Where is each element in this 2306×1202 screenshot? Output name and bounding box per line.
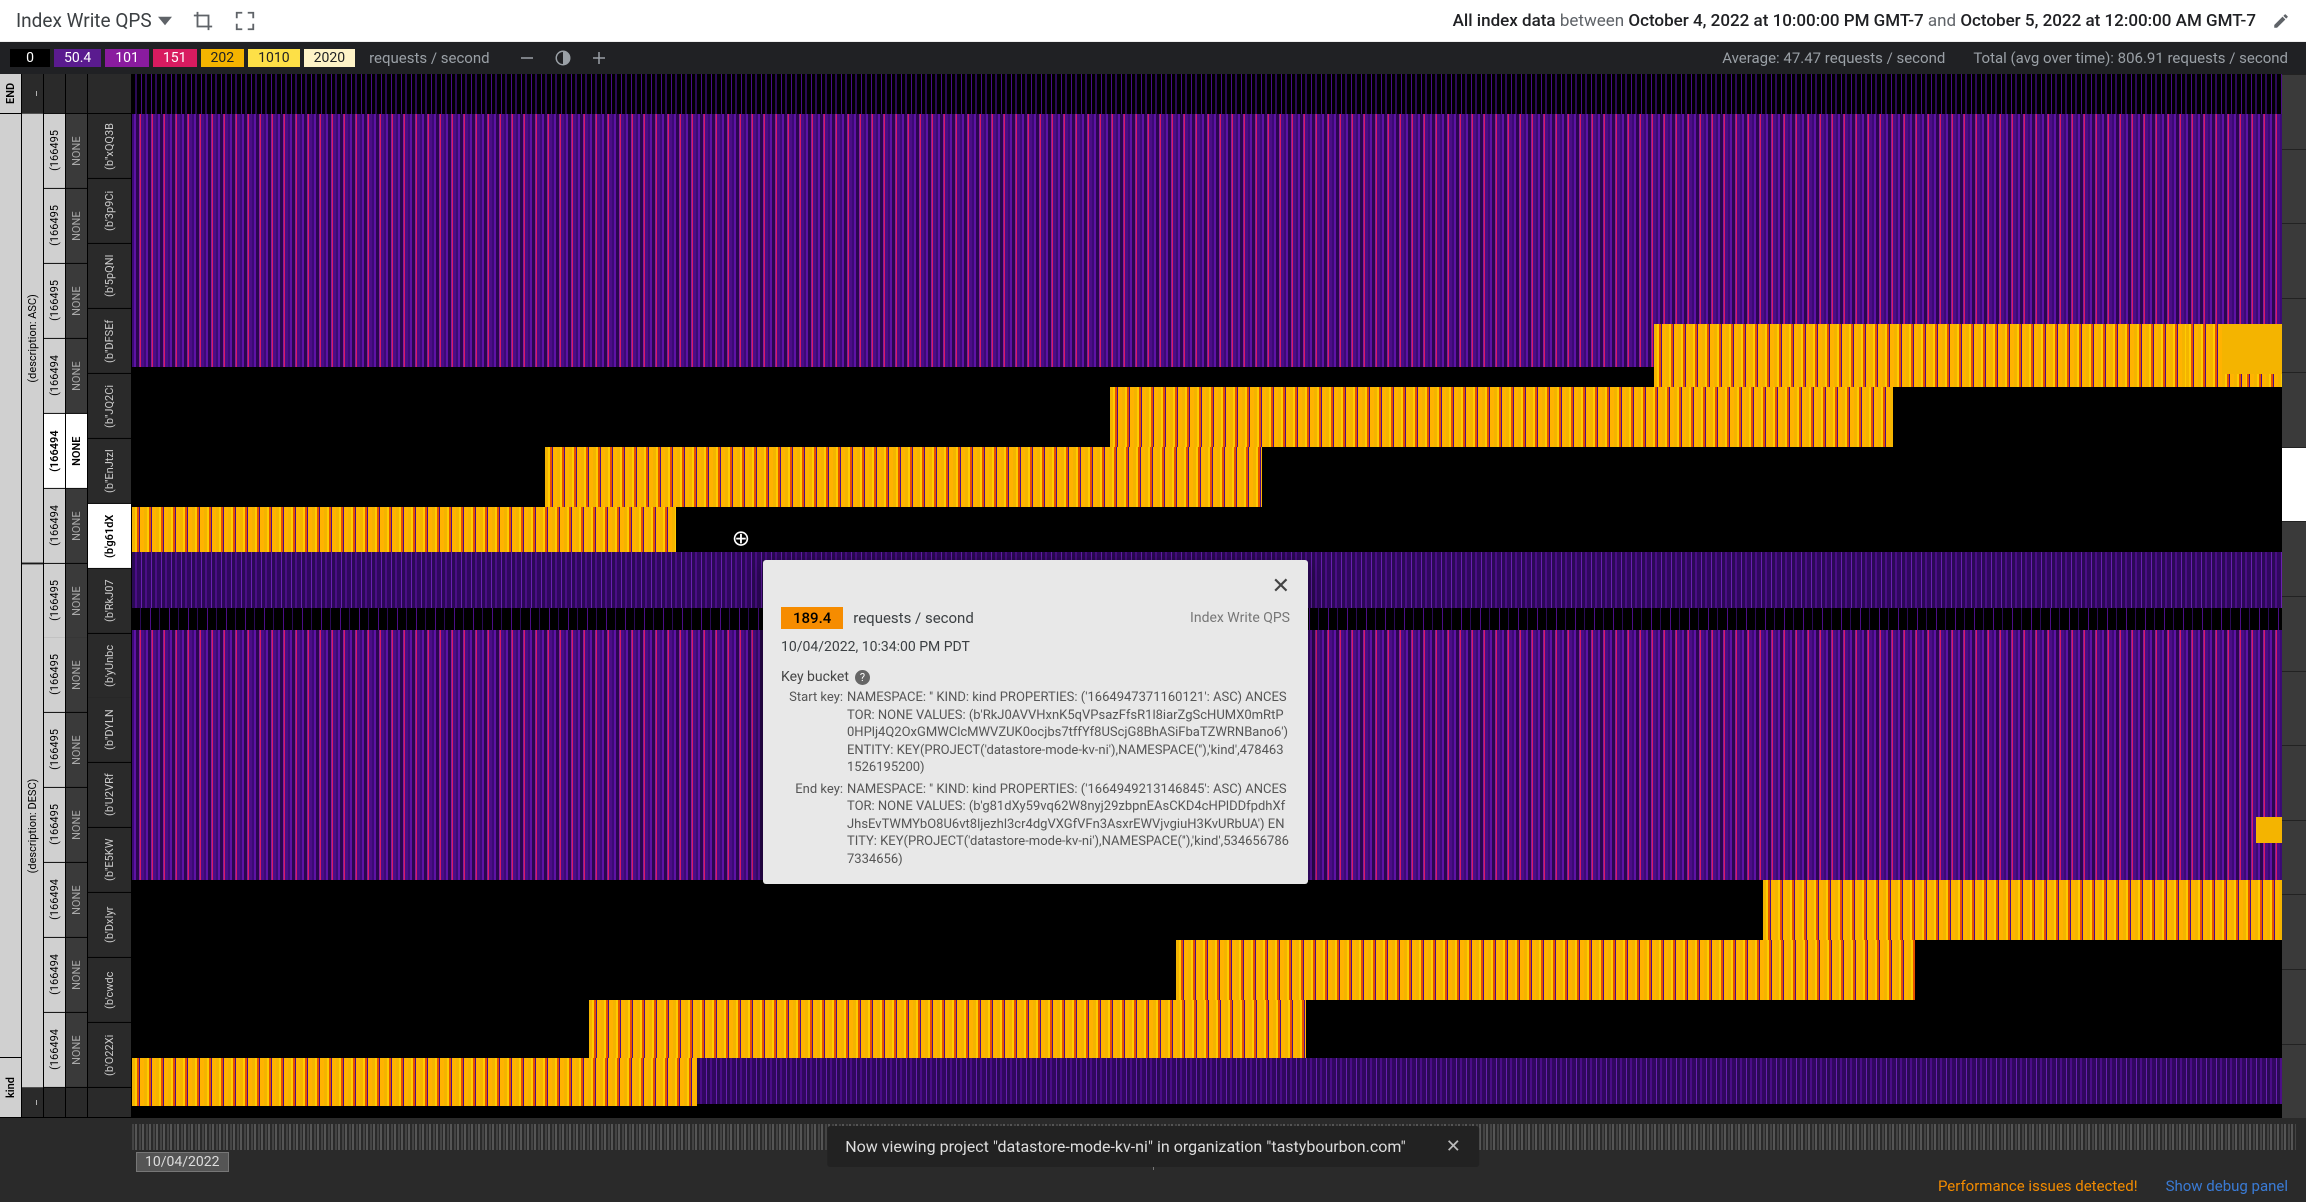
hm-orange-2 xyxy=(1110,387,1893,447)
sb-col-3: NONE NONE NONE NONE NONE NONE NONE NONE … xyxy=(66,74,88,1118)
toast-message: Now viewing project "datastore-mode-kv-n… xyxy=(845,1137,1405,1156)
hm-orange-3 xyxy=(545,447,1262,507)
right-rail[interactable] xyxy=(2282,74,2306,1118)
tooltip-endkey-value: NAMESPACE: '' KIND: kind PROPERTIES: ('1… xyxy=(847,781,1290,869)
contrast-toggle-button[interactable] xyxy=(554,49,572,67)
tooltip-source: Index Write QPS xyxy=(1190,610,1290,626)
hm-orange-l1 xyxy=(1763,880,2283,940)
performance-warning-link[interactable]: Performance issues detected! xyxy=(1938,1177,2138,1195)
sb-col-1: _ (description: ASC) (description: DESC)… xyxy=(22,74,44,1118)
legend-bar: 0 50.4 101 151 202 1010 2020 requests / … xyxy=(0,42,2306,74)
metric-selector[interactable]: Index Write QPS xyxy=(16,9,172,32)
metric-title: Index Write QPS xyxy=(16,9,152,32)
hm-tiny-orange-right xyxy=(2222,324,2282,374)
crosshair-icon: ⊕ xyxy=(732,527,750,552)
sb-col-4: (b"xQQ3B (b'3p9Ci (b'5pQNI (b"DFSEf (b"J… xyxy=(88,74,132,1118)
total-label: Total (avg over time): 806.91 requests /… xyxy=(1973,49,2288,67)
zoom-in-button[interactable] xyxy=(590,49,608,67)
header-left: Index Write QPS xyxy=(16,9,256,32)
fullscreen-icon[interactable] xyxy=(234,10,256,32)
rail-selected xyxy=(2282,447,2306,522)
hover-tooltip: ✕ 189.4 requests / second Index Write QP… xyxy=(763,560,1308,884)
legend-left: 0 50.4 101 151 202 1010 2020 requests / … xyxy=(10,49,608,67)
hm-bottom-purple xyxy=(697,1058,2282,1104)
key-sidebar[interactable]: END kind _ (description: ASC) (descripti… xyxy=(0,74,132,1118)
footer-bar: Performance issues detected! Show debug … xyxy=(0,1170,2306,1202)
legend-chip-3: 151 xyxy=(153,49,197,67)
tooltip-close-button[interactable]: ✕ xyxy=(1272,574,1290,599)
tooltip-value-badge: 189.4 xyxy=(781,607,843,629)
crop-icon[interactable] xyxy=(192,10,214,32)
hm-orange-l3 xyxy=(589,1000,1306,1058)
zoom-controls xyxy=(518,49,608,67)
tooltip-endkey-label: End key: xyxy=(781,781,843,869)
sb-cell-end: END xyxy=(0,74,21,114)
legend-chip-2: 101 xyxy=(105,49,149,67)
zoom-out-button[interactable] xyxy=(518,49,536,67)
sb-col-2: (166495 (166495 (166495 (166494 (166494 … xyxy=(44,74,66,1118)
chevron-down-icon xyxy=(158,14,172,28)
legend-chip-1: 50.4 xyxy=(54,49,101,67)
tooltip-startkey-value: NAMESPACE: '' KIND: kind PROPERTIES: ('1… xyxy=(847,689,1290,777)
timeline-date-chip[interactable]: 10/04/2022 xyxy=(136,1152,229,1172)
legend-chip-4: 202 xyxy=(201,49,245,67)
tooltip-startkey-label: Start key: xyxy=(781,689,843,777)
edit-icon[interactable] xyxy=(2272,12,2290,30)
show-debug-panel-link[interactable]: Show debug panel xyxy=(2166,1177,2288,1195)
legend-chip-5: 1010 xyxy=(248,49,299,67)
sb-desc-asc: (description: ASC) xyxy=(22,114,43,564)
sb-desc-desc: (description: DESC) xyxy=(22,564,43,1088)
tooltip-unit: requests / second xyxy=(853,609,974,627)
tooltip-timestamp: 10/04/2022, 10:34:00 PM PDT xyxy=(781,639,1290,655)
help-icon[interactable]: ? xyxy=(855,670,870,685)
header-right: All index data between October 4, 2022 a… xyxy=(1453,11,2290,31)
hm-orange-l2 xyxy=(1176,940,1915,1000)
sb-cell-kind: kind xyxy=(0,1058,21,1118)
legend-unit: requests / second xyxy=(369,49,490,67)
hm-orange-l4 xyxy=(132,1058,697,1106)
time-range-prefix: All index data xyxy=(1453,11,1556,31)
sb-col-0: END kind xyxy=(0,74,22,1118)
hm-tiny-orange-mid xyxy=(2256,817,2282,843)
hm-top-sparse xyxy=(132,74,2282,114)
average-label: Average: 47.47 requests / second xyxy=(1722,49,1945,67)
legend-chip-6: 2020 xyxy=(304,49,355,67)
legend-chip-0: 0 xyxy=(10,49,50,67)
tooltip-section-label: Key bucket xyxy=(781,669,849,685)
toast-close-button[interactable]: ✕ xyxy=(1446,1136,1461,1157)
top-header: Index Write QPS All index data between O… xyxy=(0,0,2306,42)
legend-right: Average: 47.47 requests / second Total (… xyxy=(1722,49,2296,67)
project-toast: Now viewing project "datastore-mode-kv-n… xyxy=(827,1126,1479,1167)
sb-selected-row: (166494 xyxy=(44,414,65,489)
